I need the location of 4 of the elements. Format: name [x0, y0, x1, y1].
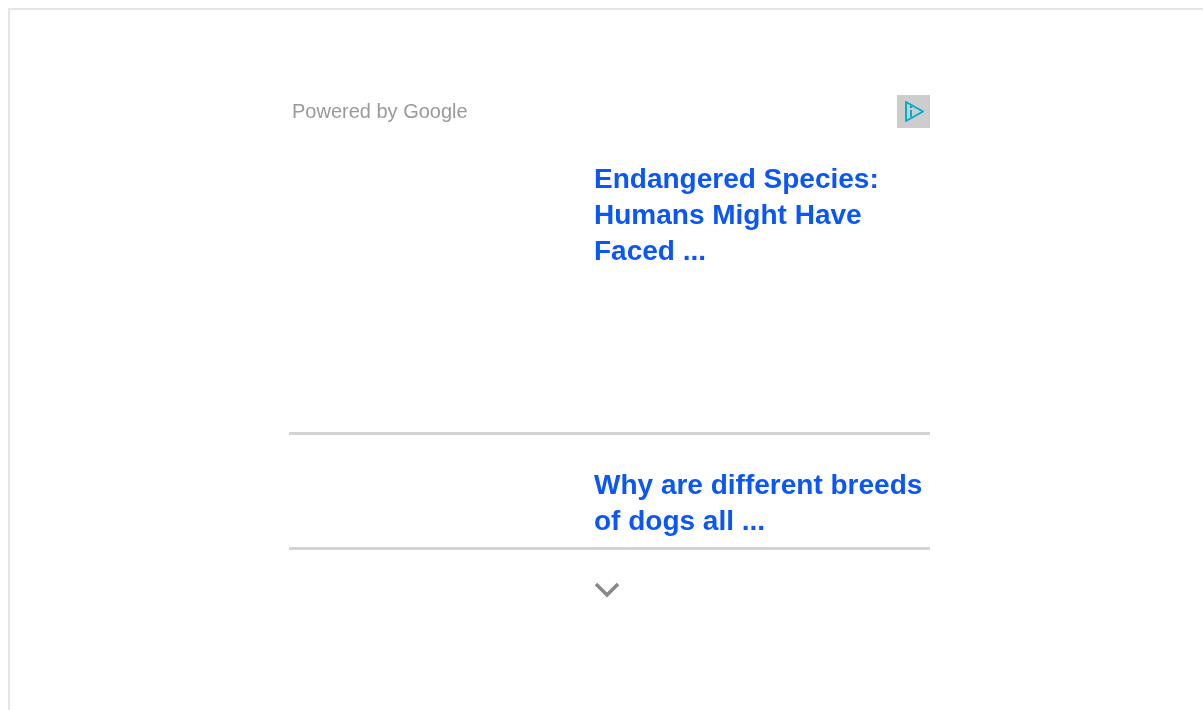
article-link[interactable]: Why are different breeds of dogs all ...: [594, 467, 930, 539]
attribution-text: Powered by Google: [292, 100, 468, 123]
article-link[interactable]: Endangered Species: Humans Might Have Faced ...: [594, 161, 930, 269]
chevron-down-icon[interactable]: [594, 582, 620, 598]
